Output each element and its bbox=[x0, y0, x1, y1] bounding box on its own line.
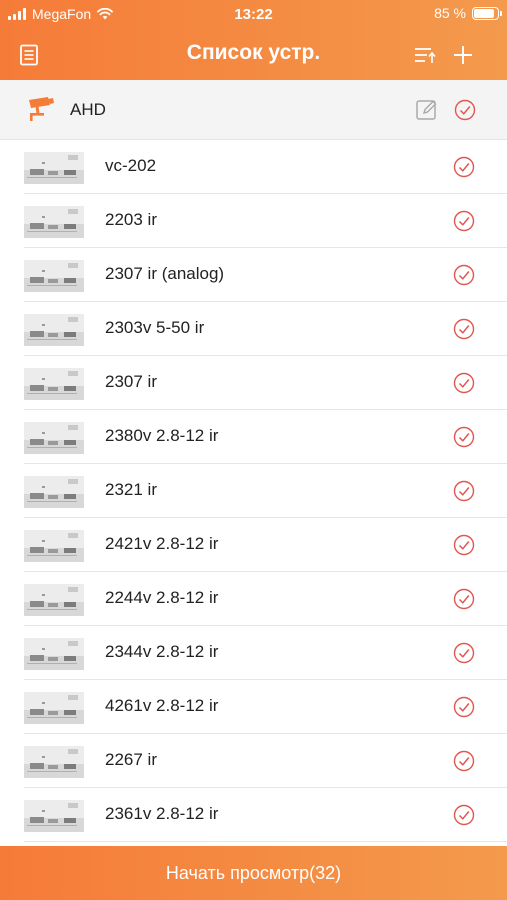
device-thumbnail bbox=[24, 584, 84, 616]
device-row[interactable]: 2244v 2.8-12 ir bbox=[0, 572, 507, 626]
device-check-icon[interactable] bbox=[453, 534, 475, 556]
device-thumbnail bbox=[24, 152, 84, 184]
camera-thumbnail-image bbox=[24, 638, 84, 670]
camera-thumbnail-image bbox=[24, 530, 84, 562]
group-name: AHD bbox=[70, 100, 106, 119]
device-row[interactable]: 2307 ir (analog) bbox=[0, 248, 507, 302]
battery-icon bbox=[472, 6, 502, 20]
device-row[interactable]: 2321 ir bbox=[0, 464, 507, 518]
device-name: vc-202 bbox=[105, 156, 157, 175]
device-thumbnail bbox=[24, 476, 84, 508]
device-check-icon[interactable] bbox=[453, 156, 475, 178]
group-check-icon[interactable] bbox=[454, 99, 476, 121]
device-check-icon[interactable] bbox=[453, 588, 475, 610]
status-right: 85 % bbox=[434, 5, 502, 21]
battery-percent: 85 % bbox=[434, 5, 466, 21]
device-name: 2203 ir bbox=[105, 210, 157, 229]
device-name: 2380v 2.8-12 ir bbox=[105, 426, 219, 445]
device-name: 2303v 5-50 ir bbox=[105, 318, 205, 337]
device-name: 4261v 2.8-12 ir bbox=[105, 696, 219, 715]
device-row[interactable]: 2421v 2.8-12 ir bbox=[0, 518, 507, 572]
sort-icon bbox=[415, 48, 436, 63]
sort-button[interactable] bbox=[410, 40, 440, 70]
nav-bar: Список устр. bbox=[0, 30, 507, 80]
device-name: 2421v 2.8-12 ir bbox=[105, 534, 219, 553]
device-check-icon[interactable] bbox=[453, 750, 475, 772]
camera-thumbnail-image bbox=[24, 476, 84, 508]
camera-thumbnail-image bbox=[24, 692, 84, 724]
device-thumbnail bbox=[24, 368, 84, 400]
device-check-icon[interactable] bbox=[453, 210, 475, 232]
device-row[interactable]: 2361v 2.8-12 ir bbox=[0, 788, 507, 842]
device-row[interactable]: 2380v 2.8-12 ir bbox=[0, 410, 507, 464]
device-row[interactable]: 4261v 2.8-12 ir bbox=[0, 680, 507, 734]
row-divider bbox=[24, 841, 507, 842]
device-name: 2344v 2.8-12 ir bbox=[105, 642, 219, 661]
device-thumbnail bbox=[24, 692, 84, 724]
device-list: vc-202 2203 ir 2307 ir (analog) 2303v 5-… bbox=[0, 140, 507, 846]
device-check-icon[interactable] bbox=[453, 480, 475, 502]
device-check-icon[interactable] bbox=[453, 372, 475, 394]
clock: 13:22 bbox=[234, 6, 273, 23]
camera-thumbnail-image bbox=[24, 584, 84, 616]
device-thumbnail bbox=[24, 422, 84, 454]
device-row[interactable]: vc-202 bbox=[0, 140, 507, 194]
plus-icon bbox=[454, 46, 472, 64]
device-check-icon[interactable] bbox=[453, 426, 475, 448]
device-check-icon[interactable] bbox=[453, 318, 475, 340]
camera-thumbnail-image bbox=[24, 422, 84, 454]
edit-icon[interactable] bbox=[415, 98, 439, 122]
camera-thumbnail-image bbox=[24, 152, 84, 184]
camera-thumbnail-image bbox=[24, 746, 84, 778]
device-thumbnail bbox=[24, 314, 84, 346]
device-check-icon[interactable] bbox=[453, 642, 475, 664]
start-preview-label: Начать просмотр(32) bbox=[165, 862, 342, 883]
device-name: 2321 ir bbox=[105, 480, 157, 499]
device-thumbnail bbox=[24, 206, 84, 238]
device-thumbnail bbox=[24, 746, 84, 778]
device-row[interactable]: 2307 ir bbox=[0, 356, 507, 410]
camera-thumbnail-image bbox=[24, 314, 84, 346]
group-header[interactable]: AHD bbox=[0, 80, 507, 140]
device-name: 2307 ir (analog) bbox=[105, 264, 225, 283]
status-bar: MegaFon 13:22 85 % bbox=[0, 0, 507, 30]
top-bar: MegaFon 13:22 85 % Список устр. bbox=[0, 0, 507, 80]
device-check-icon[interactable] bbox=[453, 696, 475, 718]
camera-icon bbox=[29, 97, 54, 121]
device-name: 2244v 2.8-12 ir bbox=[105, 588, 219, 607]
device-row[interactable]: 2203 ir bbox=[0, 194, 507, 248]
device-check-icon[interactable] bbox=[453, 804, 475, 826]
device-thumbnail bbox=[24, 260, 84, 292]
camera-thumbnail-image bbox=[24, 206, 84, 238]
device-thumbnail bbox=[24, 800, 84, 832]
device-thumbnail bbox=[24, 530, 84, 562]
start-preview-button[interactable]: Начать просмотр(32) bbox=[0, 846, 507, 900]
camera-thumbnail-image bbox=[24, 368, 84, 400]
device-name: 2307 ir bbox=[105, 372, 157, 391]
add-device-button[interactable] bbox=[448, 40, 478, 70]
device-name: 2267 ir bbox=[105, 750, 157, 769]
device-check-icon[interactable] bbox=[453, 264, 475, 286]
device-row[interactable]: 2267 ir bbox=[0, 734, 507, 788]
device-row[interactable]: 2344v 2.8-12 ir bbox=[0, 626, 507, 680]
device-thumbnail bbox=[24, 638, 84, 670]
camera-thumbnail-image bbox=[24, 800, 84, 832]
device-name: 2361v 2.8-12 ir bbox=[105, 804, 219, 823]
camera-thumbnail-image bbox=[24, 260, 84, 292]
device-row[interactable]: 2303v 5-50 ir bbox=[0, 302, 507, 356]
